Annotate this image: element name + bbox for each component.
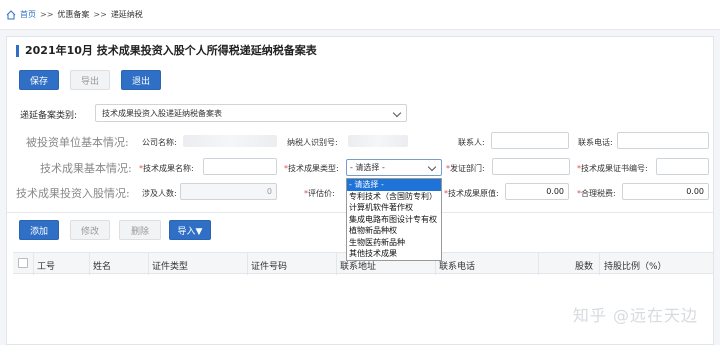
- home-icon[interactable]: [6, 9, 16, 20]
- column-header-id-number[interactable]: 证件号码: [251, 259, 287, 272]
- section-tech-label: 技术成果基本情况:: [40, 162, 132, 175]
- cert-no-label: *技术成果证书编号:: [577, 164, 648, 173]
- edit-button[interactable]: 修改: [70, 220, 110, 240]
- export-button[interactable]: 导出: [70, 70, 110, 90]
- tech-name-label: *技术成果名称:: [139, 164, 194, 173]
- section-invest-label: 技术成果投资入股情况:: [16, 187, 130, 200]
- company-name-field[interactable]: [180, 132, 280, 149]
- select-all-checkbox[interactable]: [18, 258, 28, 268]
- cert-no-field[interactable]: [656, 158, 709, 175]
- column-header-name[interactable]: 姓名: [93, 259, 111, 272]
- dropdown-option[interactable]: 其他技术成果: [347, 248, 441, 260]
- import-button[interactable]: 导入▼: [169, 220, 211, 240]
- tech-type-select-value: - 请选择 -: [350, 163, 385, 172]
- breadcrumb-current: 递延纳税: [110, 10, 143, 19]
- original-value-field[interactable]: 0.00: [505, 183, 569, 200]
- dropdown-option[interactable]: 植物新品种权: [347, 225, 441, 237]
- column-separator: [33, 253, 34, 275]
- column-header-share-ratio[interactable]: 持股比例（%）: [604, 259, 667, 272]
- original-value-label: *技术成果原值:: [444, 189, 499, 198]
- taxpayer-id-label: 纳税人识别号:: [287, 138, 338, 147]
- column-header-job-no[interactable]: 工号: [37, 259, 55, 272]
- phone-field[interactable]: [617, 132, 709, 149]
- column-separator: [89, 253, 90, 275]
- dropdown-option[interactable]: 生物医药新品种: [347, 237, 441, 249]
- page-title: 2021年10月 技术成果投资入股个人所得税递延纳税备案表: [16, 45, 317, 57]
- tech-type-select[interactable]: - 请选择 -: [346, 159, 442, 176]
- issuing-dept-field[interactable]: [492, 158, 570, 175]
- breadcrumb-separator: >>: [40, 10, 54, 19]
- taxpayer-id-field[interactable]: [345, 132, 445, 149]
- persons-label: 涉及人数:: [142, 189, 177, 198]
- delete-button[interactable]: 删除: [119, 220, 161, 240]
- dropdown-option[interactable]: 计算机软件著作权: [347, 202, 441, 214]
- column-header-phone[interactable]: 联系电话: [439, 259, 475, 272]
- contact-label: 联系人:: [458, 138, 485, 147]
- dropdown-option[interactable]: - 请选择 -: [347, 179, 441, 191]
- breadcrumb-home[interactable]: 首页: [20, 9, 36, 20]
- save-button[interactable]: 保存: [19, 70, 59, 90]
- reasonable-tax-label: *合理税费:: [577, 189, 616, 198]
- tech-type-label: *技术成果类型:: [284, 164, 339, 173]
- column-header-shares[interactable]: 股数: [575, 259, 593, 272]
- company-name-label: 公司名称:: [142, 138, 177, 147]
- chevron-down-icon: [427, 162, 437, 172]
- column-separator: [538, 253, 539, 275]
- add-button[interactable]: 添加: [19, 220, 59, 240]
- dropdown-option[interactable]: 专利技术（含国防专利）: [347, 191, 441, 203]
- persons-field[interactable]: 0: [180, 183, 277, 200]
- appraisal-price-label: *评估价:: [304, 189, 335, 198]
- column-header-id-type[interactable]: 证件类型: [152, 259, 188, 272]
- chevron-down-icon: [392, 108, 402, 118]
- breadcrumb-separator: >>: [93, 10, 107, 19]
- category-label: 递延备案类别:: [20, 111, 78, 121]
- column-separator: [599, 253, 600, 275]
- breadcrumb: 首页 >> 优惠备案 >> 递延纳税: [0, 0, 720, 30]
- tech-name-field[interactable]: [203, 158, 277, 175]
- tech-type-dropdown: - 请选择 - 专利技术（含国防专利） 计算机软件著作权 集成电路布图设计专有权…: [346, 178, 442, 261]
- dropdown-option[interactable]: 集成电路布图设计专有权: [347, 214, 441, 226]
- category-select-value: 技术成果投资入股递延纳税备案表: [102, 108, 222, 118]
- contact-field[interactable]: [491, 132, 569, 149]
- column-separator: [336, 253, 337, 275]
- redacted-value: [348, 135, 408, 147]
- breadcrumb-level2[interactable]: 优惠备案: [57, 9, 89, 20]
- watermark: 知乎 @远在天边: [572, 306, 698, 325]
- column-separator: [148, 253, 149, 275]
- issuing-dept-label: *发证部门:: [446, 164, 485, 173]
- section-unit-label: 被投资单位基本情况:: [26, 136, 129, 149]
- phone-label: 联系电话:: [578, 138, 613, 147]
- reasonable-tax-field[interactable]: 0.00: [622, 183, 709, 200]
- category-select[interactable]: 技术成果投资入股递延纳税备案表: [95, 104, 407, 122]
- column-header-address[interactable]: 联系地址: [340, 259, 376, 272]
- column-separator: [247, 253, 248, 275]
- redacted-value: [183, 135, 277, 147]
- exit-button[interactable]: 退出: [121, 70, 161, 90]
